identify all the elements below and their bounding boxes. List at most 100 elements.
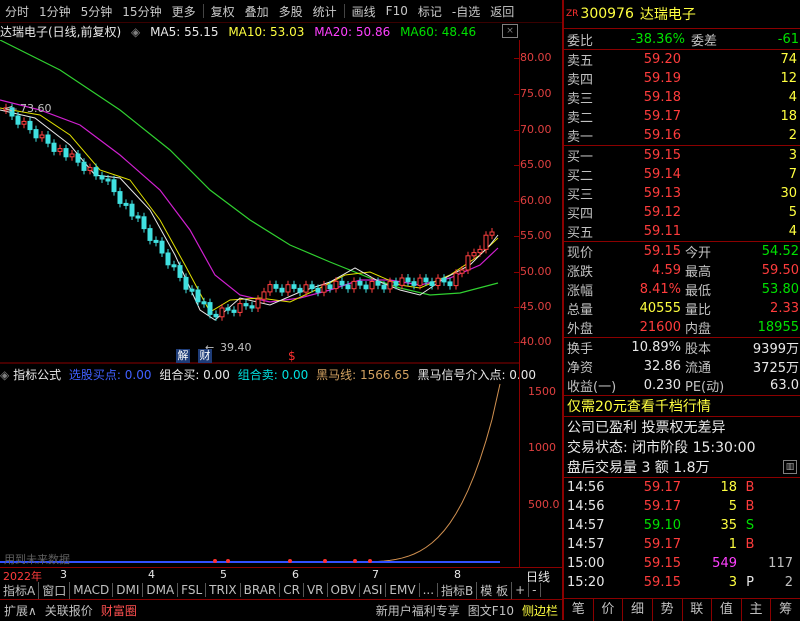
bottom-bar-item[interactable]: 侧边栏 — [518, 602, 562, 619]
toolbar-button[interactable]: 1分钟 — [34, 3, 76, 20]
bid-row[interactable]: 买一 59.15 3 — [564, 146, 800, 165]
stock-name[interactable]: 达瑞电子 — [640, 4, 696, 24]
kline-chart[interactable]: <- 73.60 ← 39.40 — [0, 40, 520, 365]
toolbar-button[interactable]: 5分钟 — [76, 3, 118, 20]
bid-row[interactable]: 买二 59.14 7 — [564, 165, 800, 184]
bid-row[interactable]: 买三 59.13 30 — [564, 184, 800, 203]
indicator-chart[interactable] — [0, 382, 520, 567]
toolbar-button[interactable]: 15分钟 — [117, 3, 166, 20]
toggle-icon[interactable]: ◈ — [131, 25, 140, 39]
right-tab[interactable]: 值 — [712, 599, 742, 621]
bottom-bar-item[interactable]: 图文F10 — [464, 602, 518, 619]
toolbar-button[interactable]: 统计 — [308, 3, 342, 20]
event-cai-badge[interactable]: 财 — [198, 349, 212, 363]
right-tab[interactable]: 联 — [683, 599, 713, 621]
toolbar-button[interactable]: 标记 — [413, 3, 447, 20]
bid-level-label: 买四 — [567, 207, 594, 222]
weidiff-value: -61 — [777, 31, 799, 47]
indicator-tab[interactable]: + — [512, 583, 530, 597]
stats-value: 32.86 — [643, 359, 681, 374]
event-jie-badge[interactable]: 解 — [176, 349, 190, 363]
tick-time: 14:57 — [567, 518, 605, 533]
indicator-tab[interactable]: 指标B — [438, 581, 478, 599]
price-tick: 75.00 — [520, 87, 552, 100]
ask-price: 59.18 — [643, 90, 681, 105]
bid-price: 59.11 — [643, 224, 681, 239]
indicator-tab[interactable]: TRIX — [206, 583, 241, 597]
ask-level-label: 卖四 — [567, 73, 594, 88]
indicator-tab[interactable]: BRAR — [241, 583, 281, 597]
toolbar-button[interactable]: -自选 — [447, 3, 485, 20]
toolbar-button[interactable]: 返回 — [485, 3, 519, 20]
indicator-tab[interactable]: VR — [304, 583, 328, 597]
ask-row[interactable]: 卖一 59.16 2 — [564, 126, 800, 145]
toolbar-button[interactable]: 复权 — [206, 3, 240, 20]
indicator-tab[interactable]: OBV — [328, 583, 361, 597]
quote-row: 外盘 21600 内盘 18955 — [564, 318, 800, 337]
tick-price: 59.17 — [643, 499, 681, 514]
indicator-tab[interactable]: ... — [420, 583, 439, 597]
quote-label: 最高 — [685, 265, 712, 280]
indicator-tab[interactable]: MACD — [70, 583, 114, 597]
stats-value: 10.89% — [631, 340, 681, 355]
right-tab[interactable]: 筹 — [771, 599, 800, 621]
chart-icon[interactable]: ▥ — [783, 460, 797, 474]
stats-label: 收益(一) — [567, 380, 617, 395]
close-pane-icon[interactable]: × — [502, 24, 518, 38]
indicator-name[interactable]: 指标公式 — [13, 368, 61, 382]
price-tick: 70.00 — [520, 123, 552, 136]
tick-list: 14:56 59.17 18 B 14:56 59.17 5 B 14:57 59.10 35 S 14… — [564, 478, 800, 592]
indicator-tab[interactable]: FSL — [178, 583, 207, 597]
right-tab[interactable]: 价 — [594, 599, 624, 621]
bid-row[interactable]: 买四 59.12 5 — [564, 203, 800, 222]
ask-row[interactable]: 卖五 59.20 74 — [564, 50, 800, 69]
promo-link[interactable]: 仅需20元查看千档行情 — [564, 396, 800, 417]
ask-row[interactable]: 卖四 59.19 12 — [564, 69, 800, 88]
event-dollar-marker[interactable]: $ — [288, 349, 296, 363]
right-tab[interactable]: 笔 — [564, 599, 594, 621]
ma20-label: MA20: 50.86 — [314, 25, 391, 39]
ma10-label: MA10: 53.03 — [228, 25, 305, 39]
ask-row[interactable]: 卖三 59.18 4 — [564, 88, 800, 107]
ask-level-label: 卖一 — [567, 130, 594, 145]
ask-row[interactable]: 卖二 59.17 18 — [564, 107, 800, 126]
indicator-settings-icon[interactable]: ◈ — [0, 368, 9, 382]
quote-value: 54.52 — [761, 244, 799, 259]
indicator-tab[interactable]: DMI — [113, 583, 144, 597]
stock-code[interactable]: 300976 — [580, 6, 633, 22]
indicator-tab[interactable]: - — [529, 583, 541, 597]
toolbar-button[interactable]: F10 — [381, 4, 413, 18]
right-tab[interactable]: 主 — [742, 599, 772, 621]
right-tab[interactable]: 势 — [653, 599, 683, 621]
indicator-tab[interactable]: DMA — [143, 583, 179, 597]
trade-status: 交易状态: 闭市阶段 15:30:00 — [567, 440, 756, 456]
bottom-bar-item[interactable]: 新用户福利专享 — [372, 602, 464, 619]
bottom-bar-item[interactable]: 扩展∧ — [0, 602, 41, 619]
indicator-tab[interactable]: CR — [280, 583, 304, 597]
toolbar-button[interactable]: 画线 — [347, 3, 381, 20]
quote-value: 40555 — [639, 301, 681, 316]
toolbar-button[interactable]: 更多 — [167, 3, 201, 20]
bottom-bar-item[interactable]: 财富圈 — [97, 602, 141, 619]
indicator-tab[interactable]: EMV — [386, 583, 420, 597]
stats-table: 换手 10.89% 股本 9399万 净资 32.86 流通 3725万 收益(一) 0.230 P… — [564, 338, 800, 396]
tick-row: 14:56 59.17 5 B — [564, 497, 800, 516]
bid-volume: 4 — [788, 224, 797, 239]
toolbar-button[interactable]: 叠加 — [240, 3, 274, 20]
quote-panel: ZR 300976 达瑞电子 委比 -38.36% 委差 -61 卖五 59.20… — [563, 0, 800, 621]
quote-label: 今开 — [685, 246, 712, 261]
indicator-tab[interactable]: 窗口 — [39, 581, 71, 599]
toolbar-button[interactable]: 分时 — [0, 3, 34, 20]
bid-row[interactable]: 买五 59.11 4 — [564, 222, 800, 241]
indicator-tab[interactable]: ASI — [360, 583, 387, 597]
quote-row: 涨跌 4.59 最高 59.50 — [564, 261, 800, 280]
quote-value: 59.15 — [643, 244, 681, 259]
bottom-bar-item[interactable]: 关联报价 — [41, 602, 97, 619]
indicator-tab[interactable]: 模 板 — [477, 581, 513, 599]
ask-price: 59.19 — [643, 71, 681, 86]
quote-label: 外盘 — [567, 322, 594, 337]
toolbar-button[interactable]: 多股 — [274, 3, 308, 20]
axis-divider — [519, 40, 520, 567]
right-tab[interactable]: 细 — [623, 599, 653, 621]
indicator-tab[interactable]: 指标A — [0, 581, 40, 599]
